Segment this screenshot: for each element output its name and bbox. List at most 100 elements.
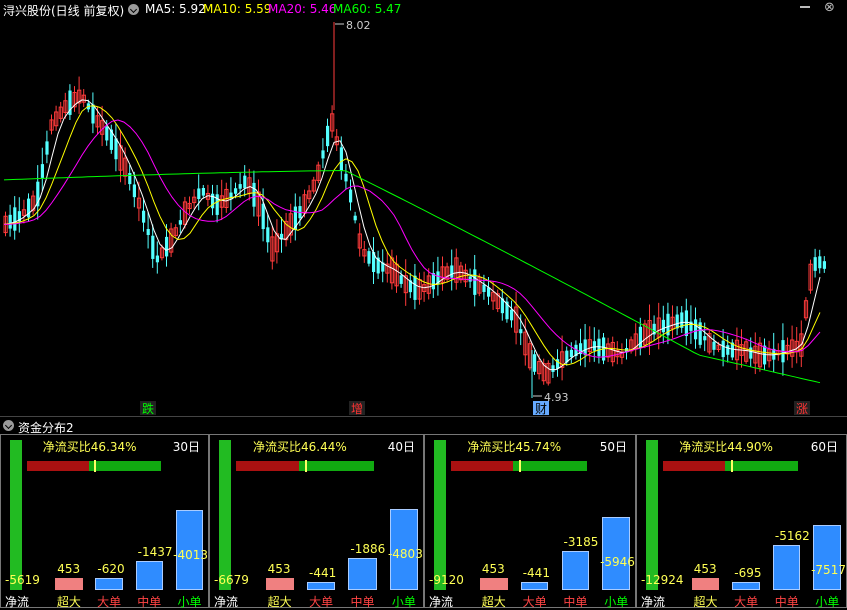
bar-label: 超大 — [267, 595, 292, 609]
period-label: 30日 — [172, 440, 200, 454]
fund-panel-2[interactable]: 净流买比46.44% 40日 -6679 净流 453 超大 -441 大单 -1886 中单 -4… — [209, 434, 424, 609]
ratio-marker — [93, 460, 96, 472]
candle-51 — [238, 184, 242, 189]
bar-大单 — [732, 582, 760, 590]
event-marker-finance[interactable]: 财 — [533, 401, 549, 416]
bar-value: -1437 — [137, 545, 173, 560]
fund-panel-3[interactable]: 净流买比45.74% 50日 -9120 净流 453 超大 -441 大单 -3185 中单 -5… — [424, 434, 636, 609]
candle-8 — [40, 164, 44, 178]
minimize-icon[interactable] — [800, 6, 810, 8]
bar-大单 — [307, 582, 336, 590]
candle-178 — [822, 261, 826, 269]
ratio-bar-sell — [663, 461, 726, 471]
chevron-down-icon[interactable] — [128, 4, 139, 15]
candle-2 — [13, 207, 17, 231]
candle-112 — [519, 329, 523, 334]
high-annotation: 8.02 — [335, 20, 371, 32]
event-marker-rise[interactable]: 涨 — [794, 401, 810, 416]
close-icon[interactable]: ⊗ — [824, 0, 835, 15]
bar-value: -9120 — [429, 573, 464, 587]
candle-157 — [726, 345, 730, 355]
bar-中单 — [135, 561, 163, 590]
ratio-bar-buy — [725, 461, 799, 471]
bar-超大 — [265, 578, 294, 590]
fund-panel-1[interactable]: 净流买比46.34% 30日 -5619 净流 453 超大 -620 大单 -1437 中单 -4… — [0, 434, 209, 609]
ratio-bar-buy — [88, 461, 161, 471]
bar-value: -3185 — [563, 534, 599, 549]
chevron-down-icon[interactable] — [3, 420, 14, 431]
bar-label: 小单 — [815, 595, 840, 609]
candle-54 — [252, 182, 256, 207]
bar-value: -695 — [734, 566, 762, 580]
bar-小单 — [813, 524, 842, 590]
bar-value: -5619 — [5, 573, 40, 587]
bar-中单 — [561, 550, 590, 590]
candle-31 — [146, 229, 150, 235]
bar-label: 大单 — [522, 595, 547, 609]
bar-value: -12924 — [641, 573, 684, 587]
candle-38 — [178, 220, 182, 225]
ratio-bar-sell — [27, 461, 89, 471]
candle-102 — [473, 269, 477, 295]
bar-value: -5162 — [774, 529, 810, 544]
candle-70 — [326, 125, 330, 147]
period-label: 40日 — [387, 440, 415, 454]
bar-label: 超大 — [56, 595, 81, 609]
bar-value: -620 — [97, 561, 125, 576]
ratio-bar-buy — [299, 461, 374, 471]
bar-value: -6679 — [214, 573, 249, 587]
candle-119 — [551, 365, 555, 372]
candle-110 — [510, 309, 514, 321]
ma5-readout: MA5: 5.92 — [145, 2, 206, 16]
candle-138 — [638, 326, 642, 349]
moving-average-lines — [3, 99, 821, 384]
candle-89 — [413, 275, 417, 300]
candle-22 — [105, 126, 109, 141]
bar-label: 大单 — [309, 595, 334, 609]
bar-label: 净流 — [429, 595, 454, 609]
net-buy-ratio: 净流买比46.34% — [42, 440, 137, 454]
stock-title[interactable]: 浔兴股份(日线 前复权) — [3, 2, 124, 19]
candle-129 — [597, 338, 601, 357]
bar-净流 — [10, 440, 22, 590]
bar-净流 — [434, 440, 446, 590]
bar-label: 中单 — [350, 595, 375, 609]
bar-净流 — [219, 440, 231, 590]
net-buy-ratio: 净流买比46.44% — [253, 440, 347, 454]
candle-104 — [482, 284, 486, 292]
event-marker-fall[interactable]: 跌 — [140, 401, 156, 416]
candle-57 — [266, 227, 270, 243]
bar-中单 — [348, 558, 377, 590]
candle-73 — [339, 147, 343, 172]
ratio-marker — [518, 460, 521, 472]
candle-143 — [661, 319, 665, 333]
candle-9 — [45, 141, 49, 155]
candle-176 — [813, 257, 817, 271]
ma60-readout: MA60: 5.47 — [333, 2, 402, 16]
bar-value: 453 — [693, 562, 717, 576]
candle-86 — [399, 275, 403, 284]
ma10-line — [3, 105, 821, 366]
candle-162 — [749, 347, 753, 359]
candle-148 — [684, 310, 688, 336]
bar-value: 453 — [57, 562, 81, 576]
chart-header: 浔兴股份(日线 前复权) MA5: 5.92 MA10: 5.59 MA20: … — [0, 0, 847, 20]
bar-value: -1886 — [350, 542, 386, 557]
candle-150 — [694, 319, 698, 340]
svg-text:跌: 跌 — [142, 401, 154, 416]
candle-50 — [234, 188, 238, 194]
event-marker-increase[interactable]: 增 — [349, 401, 365, 416]
bar-value: -4013 — [173, 548, 209, 562]
candle-69 — [321, 150, 325, 159]
svg-text:财: 财 — [535, 402, 547, 416]
candle-177 — [818, 256, 822, 269]
candle-24 — [114, 138, 118, 160]
candle-27 — [128, 172, 132, 185]
ratio-bar-sell — [451, 461, 514, 471]
bar-value: 453 — [267, 562, 291, 576]
fund-panel-4[interactable]: 净流买比44.90% 60日 -12924 净流 453 超大 -695 大单 -5162 中单 -… — [636, 434, 847, 609]
candle-79 — [367, 251, 371, 264]
bar-超大 — [691, 578, 720, 590]
candle-19 — [91, 104, 95, 124]
kline-chart[interactable]: 8.02 4.93 跌 增 财 涨 — [0, 20, 847, 416]
